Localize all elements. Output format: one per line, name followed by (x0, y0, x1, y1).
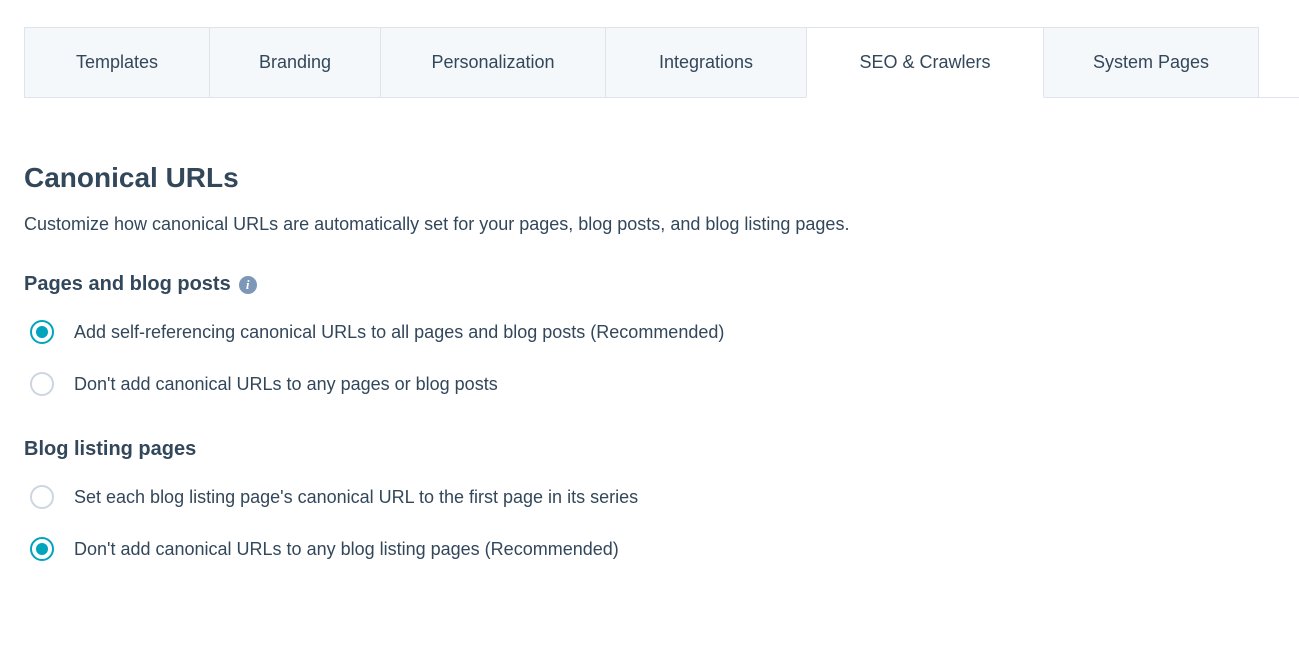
radio-label: Don't add canonical URLs to any blog lis… (74, 539, 619, 560)
radio-label: Add self-referencing canonical URLs to a… (74, 322, 724, 343)
radio-option-listing-2[interactable]: Don't add canonical URLs to any blog lis… (24, 537, 1275, 561)
section-title: Canonical URLs (24, 162, 1275, 194)
radio-option-pages-2[interactable]: Don't add canonical URLs to any pages or… (24, 372, 1275, 396)
radio-label: Set each blog listing page's canonical U… (74, 487, 638, 508)
blog-listing-pages-header: Blog listing pages (24, 438, 1275, 461)
tab-personalization[interactable]: Personalization (380, 27, 606, 97)
tab-system-pages[interactable]: System Pages (1043, 27, 1259, 97)
radio-circle[interactable] (30, 537, 54, 561)
radio-option-pages-1[interactable]: Add self-referencing canonical URLs to a… (24, 320, 1275, 344)
pages-blog-posts-header: Pages and blog posts i (24, 273, 1275, 296)
tab-seo-crawlers[interactable]: SEO & Crawlers (806, 27, 1044, 98)
radio-circle[interactable] (30, 485, 54, 509)
tab-templates[interactable]: Templates (24, 27, 210, 97)
radio-label: Don't add canonical URLs to any pages or… (74, 374, 498, 395)
tabs-container: Templates Branding Personalization Integ… (24, 27, 1299, 98)
radio-circle[interactable] (30, 372, 54, 396)
radio-option-listing-1[interactable]: Set each blog listing page's canonical U… (24, 485, 1275, 509)
blog-listing-pages-title: Blog listing pages (24, 438, 196, 461)
tab-integrations[interactable]: Integrations (605, 27, 807, 97)
section-description: Customize how canonical URLs are automat… (24, 214, 1275, 235)
pages-blog-posts-title: Pages and blog posts (24, 273, 231, 296)
radio-circle[interactable] (30, 320, 54, 344)
content-area: Canonical URLs Customize how canonical U… (0, 98, 1299, 561)
info-icon[interactable]: i (239, 276, 257, 294)
tab-branding[interactable]: Branding (209, 27, 381, 97)
